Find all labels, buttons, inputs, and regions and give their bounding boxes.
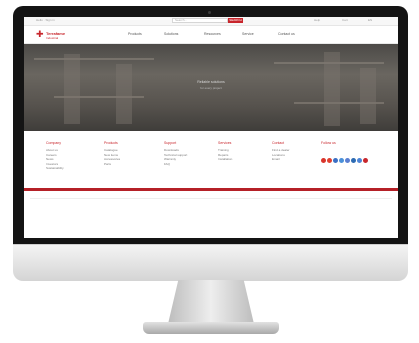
- logo-icon[interactable]: ✚: [36, 30, 44, 39]
- footer-link[interactable]: Parts: [104, 162, 120, 167]
- hero-rack: [324, 52, 340, 126]
- logo-tagline: Industrial: [46, 36, 59, 40]
- footer-link[interactable]: Email: [272, 157, 290, 162]
- hero-subtitle: for every project: [200, 86, 222, 90]
- top-utility-bar: Hello · Sign in Search... SEARCH Help Ca…: [24, 17, 398, 26]
- youtube-icon[interactable]: [339, 158, 344, 163]
- nav-item-resources[interactable]: Resources: [204, 32, 221, 36]
- top-link-cart[interactable]: Cart: [342, 18, 348, 22]
- monitor-chin: [13, 244, 408, 281]
- search-input[interactable]: Search...: [172, 18, 228, 23]
- footer-bottom: [24, 191, 398, 238]
- top-left-text[interactable]: Hello · Sign in: [36, 18, 55, 22]
- top-link-help[interactable]: Help: [314, 18, 320, 22]
- rss-icon[interactable]: [357, 158, 362, 163]
- footer-link[interactable]: Find a dealer: [272, 148, 290, 153]
- instagram-icon[interactable]: [345, 158, 350, 163]
- site-header: ✚ Terrafame Industrial Products Solution…: [24, 26, 398, 44]
- nav-item-products[interactable]: Products: [128, 32, 142, 36]
- footer-link[interactable]: Accessories: [104, 157, 120, 162]
- footer-column-support: Support Downloads Technical support Warr…: [164, 141, 187, 166]
- monitor-screen: Hello · Sign in Search... SEARCH Help Ca…: [24, 17, 398, 238]
- hero-rack: [116, 64, 132, 124]
- top-link-language[interactable]: EN: [368, 18, 372, 22]
- hero-title: Reliable solutions: [197, 80, 225, 84]
- divider: [30, 198, 392, 199]
- footer-heading: Contact: [272, 141, 285, 145]
- facebook-icon[interactable]: [321, 158, 326, 163]
- social-icons: [321, 150, 381, 163]
- footer-link[interactable]: Catalogue: [104, 148, 120, 153]
- footer-column-contact: Contact Find a dealer Locations Email: [272, 141, 290, 162]
- footer-link[interactable]: Sustainability: [46, 166, 64, 171]
- monitor-bezel: Hello · Sign in Search... SEARCH Help Ca…: [13, 6, 408, 244]
- search-button[interactable]: SEARCH: [228, 18, 243, 23]
- footer-column-services: Services Training Repairs Installation: [218, 141, 232, 162]
- mail-icon[interactable]: [363, 158, 368, 163]
- hero-rack: [64, 54, 80, 124]
- hero-rack: [360, 68, 376, 124]
- monitor-stand-neck: [168, 280, 254, 324]
- nav-item-solutions[interactable]: Solutions: [164, 32, 178, 36]
- footer-heading: Products: [104, 141, 118, 145]
- nav-item-service[interactable]: Service: [242, 32, 254, 36]
- footer-column-products: Products Catalogue New items Accessories…: [104, 141, 120, 166]
- camera-dot: [208, 11, 211, 14]
- pinterest-icon[interactable]: [351, 158, 356, 163]
- imac-monitor: Hello · Sign in Search... SEARCH Help Ca…: [13, 6, 408, 343]
- hero-shelf: [34, 58, 154, 60]
- nav-item-contact[interactable]: Contact us: [278, 32, 295, 36]
- twitter-icon[interactable]: [327, 158, 332, 163]
- footer-column-social: Follow us: [321, 141, 336, 148]
- footer-link[interactable]: FAQ: [164, 162, 187, 167]
- footer-heading: Follow us: [321, 141, 336, 145]
- footer-heading: Support: [164, 141, 177, 145]
- footer-heading: Services: [218, 141, 232, 145]
- linkedin-icon[interactable]: [333, 158, 338, 163]
- site-footer: Company About us Careers News Investors …: [24, 131, 398, 188]
- footer-heading: Company: [46, 141, 61, 145]
- footer-link[interactable]: Installation: [218, 157, 232, 162]
- footer-column-company: Company About us Careers News Investors …: [46, 141, 64, 171]
- hero-banner: Reliable solutions for every project: [24, 44, 398, 131]
- monitor-stand-base: [143, 322, 279, 334]
